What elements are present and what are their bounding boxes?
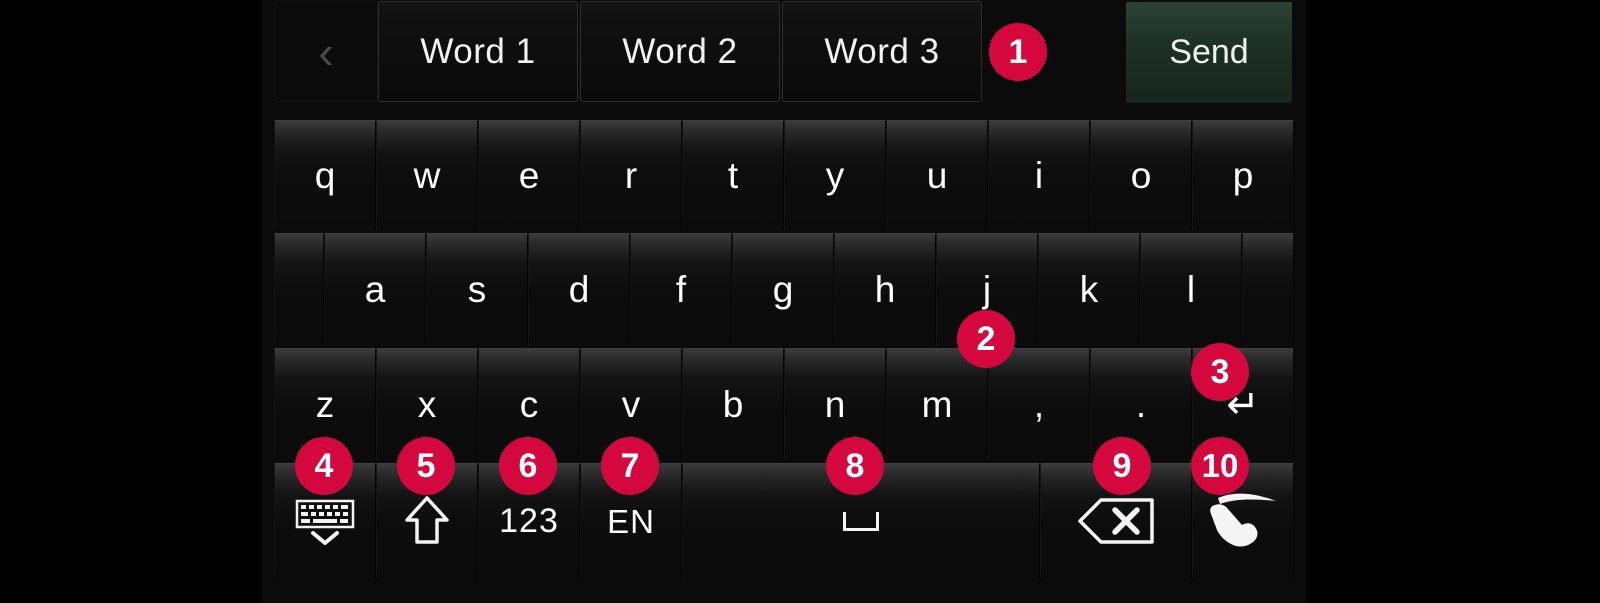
key-a-label: a bbox=[364, 269, 386, 310]
key-r-label: r bbox=[624, 155, 638, 196]
suggestion-word-1-label: Word 1 bbox=[420, 31, 536, 71]
key-q[interactable]: q bbox=[274, 120, 376, 230]
suggestion-word-2[interactable]: Word 2 bbox=[580, 1, 780, 102]
suggestion-prev-arrow[interactable]: ‹ bbox=[274, 1, 378, 102]
suggestion-word-3[interactable]: Word 3 bbox=[782, 1, 982, 102]
key-o[interactable]: o bbox=[1090, 120, 1192, 230]
key-f[interactable]: f bbox=[630, 233, 732, 345]
annotation-badge-8: 8 bbox=[826, 437, 884, 495]
annotation-badge-5-label: 5 bbox=[416, 446, 436, 485]
key-g[interactable]: g bbox=[732, 233, 834, 345]
key-c-label: c bbox=[519, 384, 539, 425]
annotation-badge-4: 4 bbox=[295, 437, 353, 495]
suggestion-word-2-label: Word 2 bbox=[622, 31, 738, 71]
annotation-badge-6: 6 bbox=[499, 437, 557, 495]
annotation-badge-2-label: 2 bbox=[976, 319, 996, 358]
key-f-label: f bbox=[675, 269, 687, 310]
key-period-label: . bbox=[1135, 383, 1146, 425]
key-p[interactable]: p bbox=[1192, 120, 1294, 230]
key-b-label: b bbox=[722, 384, 744, 425]
key-w[interactable]: w bbox=[376, 120, 478, 230]
numbers-key-label: 123 bbox=[499, 502, 559, 540]
key-i-label: i bbox=[1034, 155, 1044, 196]
key-m-label: m bbox=[921, 384, 953, 425]
key-h[interactable]: h bbox=[834, 233, 936, 345]
annotation-badge-1: 1 bbox=[989, 23, 1047, 81]
key-e-label: e bbox=[518, 155, 540, 196]
key-l[interactable]: l bbox=[1140, 233, 1242, 345]
send-button[interactable]: Send bbox=[1126, 2, 1292, 103]
screen: ‹ Word 1 Word 2 Word 3 › Send q w e r bbox=[0, 0, 1600, 603]
keyboard-row-1: q w e r t y u i o p bbox=[262, 120, 1306, 230]
key-t-label: t bbox=[727, 155, 739, 196]
key-comma[interactable]: , bbox=[988, 348, 1090, 460]
key-t[interactable]: t bbox=[682, 120, 784, 230]
key-e[interactable]: e bbox=[478, 120, 580, 230]
key-b[interactable]: b bbox=[682, 348, 784, 460]
chevron-left-icon: ‹ bbox=[318, 25, 334, 78]
annotation-badge-8-label: 8 bbox=[845, 446, 865, 485]
key-g-label: g bbox=[772, 269, 794, 310]
key-k-label: k bbox=[1079, 269, 1099, 310]
key-j-label: j bbox=[982, 269, 992, 310]
annotation-badge-4-label: 4 bbox=[314, 446, 334, 485]
key-h-label: h bbox=[874, 269, 896, 310]
key-p-label: p bbox=[1232, 155, 1254, 196]
send-button-label: Send bbox=[1169, 33, 1249, 71]
suggestion-word-1[interactable]: Word 1 bbox=[378, 1, 578, 102]
annotation-badge-3-label: 3 bbox=[1210, 352, 1230, 391]
keyboard-down-icon bbox=[295, 499, 355, 545]
backspace-icon bbox=[1078, 498, 1154, 544]
key-l-label: l bbox=[1186, 269, 1196, 310]
key-row2-right-filler[interactable] bbox=[1242, 233, 1294, 345]
key-a[interactable]: a bbox=[324, 233, 426, 345]
key-d[interactable]: d bbox=[528, 233, 630, 345]
annotation-badge-7: 7 bbox=[601, 437, 659, 495]
key-w-label: w bbox=[413, 155, 441, 196]
suggestion-bar: ‹ Word 1 Word 2 Word 3 › Send bbox=[262, 0, 1306, 108]
annotation-badge-2: 2 bbox=[957, 310, 1015, 368]
key-comma-label: , bbox=[1033, 383, 1044, 425]
annotation-badge-10: 10 bbox=[1191, 437, 1249, 495]
key-u-label: u bbox=[926, 155, 948, 196]
language-key-label: EN bbox=[607, 502, 655, 540]
key-x-label: x bbox=[417, 384, 437, 425]
key-i[interactable]: i bbox=[988, 120, 1090, 230]
on-screen-keyboard-panel: ‹ Word 1 Word 2 Word 3 › Send q w e r bbox=[262, 0, 1306, 603]
key-y[interactable]: y bbox=[784, 120, 886, 230]
key-d-label: d bbox=[568, 269, 590, 310]
key-s[interactable]: s bbox=[426, 233, 528, 345]
key-row2-left-filler[interactable] bbox=[274, 233, 324, 345]
annotation-badge-6-label: 6 bbox=[518, 446, 538, 485]
handwriting-icon bbox=[1210, 493, 1276, 547]
key-u[interactable]: u bbox=[886, 120, 988, 230]
key-z-label: z bbox=[315, 384, 335, 425]
annotation-badge-10-label: 10 bbox=[1201, 447, 1239, 484]
suggestion-word-3-label: Word 3 bbox=[824, 31, 940, 71]
annotation-badge-7-label: 7 bbox=[620, 446, 640, 485]
annotation-badge-9-label: 9 bbox=[1112, 446, 1132, 485]
key-q-label: q bbox=[314, 155, 336, 196]
key-r[interactable]: r bbox=[580, 120, 682, 230]
keyboard-row-2: a s d f g h j k l bbox=[262, 233, 1306, 345]
annotation-badge-9: 9 bbox=[1093, 437, 1151, 495]
key-s-label: s bbox=[467, 269, 487, 310]
key-o-label: o bbox=[1130, 155, 1152, 196]
annotation-badge-5: 5 bbox=[397, 437, 455, 495]
key-v-label: v bbox=[621, 384, 641, 425]
key-n-label: n bbox=[824, 384, 846, 425]
shift-arrow-icon bbox=[405, 496, 449, 544]
annotation-badge-1-label: 1 bbox=[1008, 32, 1028, 71]
key-k[interactable]: k bbox=[1038, 233, 1140, 345]
space-icon bbox=[843, 511, 879, 531]
key-y-label: y bbox=[825, 155, 845, 196]
annotation-badge-3: 3 bbox=[1191, 343, 1249, 401]
